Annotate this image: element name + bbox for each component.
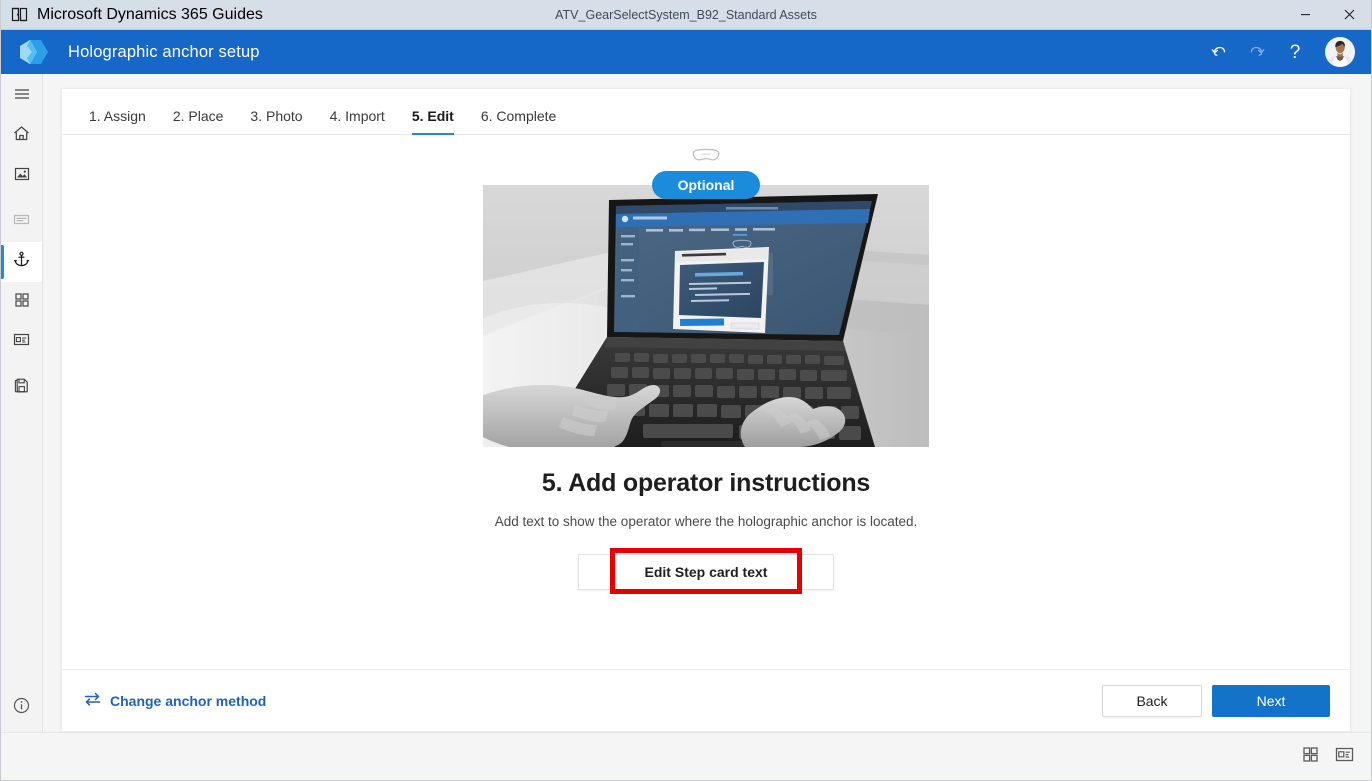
header-actions: ?: [1201, 34, 1357, 70]
edit-step-card-text-wrapper: Edit Step card text: [578, 548, 834, 594]
wizard-stage: Optional 5. Add operator instructions Ad…: [62, 135, 1350, 669]
sidebar-item-info[interactable]: [1, 684, 42, 732]
instruction-illustration: [483, 185, 929, 447]
close-button[interactable]: [1327, 0, 1371, 30]
text-card-icon: [12, 210, 31, 234]
avatar[interactable]: [1325, 37, 1355, 67]
app-name-label: Microsoft Dynamics 365 Guides: [37, 5, 263, 23]
stage-description: Add text to show the operator where the …: [494, 514, 918, 529]
grid-view-icon: [1301, 745, 1320, 769]
save-icon: [12, 376, 31, 400]
canvas: 1. Assign 2. Place 3. Photo 4. Import 5.…: [43, 74, 1371, 732]
tab-place[interactable]: 2. Place: [164, 108, 233, 134]
next-button[interactable]: Next: [1212, 684, 1330, 717]
sidebar: [1, 74, 43, 732]
card-layout-icon: [12, 330, 31, 354]
wizard-footer: Change anchor method Back Next: [62, 669, 1350, 731]
window-controls: [1283, 0, 1371, 30]
wizard-card: 1. Assign 2. Place 3. Photo 4. Import 5.…: [61, 88, 1351, 732]
hamburger-icon: [13, 85, 31, 108]
stage-title: 5. Add operator instructions: [541, 469, 871, 497]
title-bar-left: Microsoft Dynamics 365 Guides: [1, 6, 263, 24]
sidebar-item-home[interactable]: [1, 116, 42, 156]
question-mark-icon: ?: [1289, 41, 1301, 63]
change-anchor-method-link[interactable]: Change anchor method: [84, 692, 266, 709]
hololens-headset-icon: [691, 147, 721, 168]
grid-view-toggle[interactable]: [1301, 745, 1320, 769]
tab-import[interactable]: 4. Import: [321, 108, 394, 134]
tab-assign[interactable]: 1. Assign: [80, 108, 155, 134]
anchor-icon: [12, 250, 31, 274]
sidebar-item-anchor[interactable]: [1, 242, 42, 282]
sidebar-item-layout[interactable]: [1, 322, 42, 362]
dynamics-365-guides-logo: [17, 37, 51, 67]
body: 1. Assign 2. Place 3. Photo 4. Import 5.…: [1, 74, 1371, 732]
optional-badge: Optional: [651, 171, 761, 199]
swap-arrows-icon: [84, 692, 101, 709]
back-button[interactable]: Back: [1102, 684, 1202, 717]
sidebar-item-save[interactable]: [1, 368, 42, 408]
undo-button[interactable]: [1201, 34, 1237, 70]
edit-step-card-text-button[interactable]: Edit Step card text: [578, 554, 834, 590]
minimize-button[interactable]: [1283, 0, 1327, 30]
wizard-steps-tabs: 1. Assign 2. Place 3. Photo 4. Import 5.…: [62, 89, 1350, 135]
home-icon: [12, 124, 31, 148]
app-header: Holographic anchor setup ?: [1, 30, 1371, 74]
sidebar-item-media[interactable]: [1, 156, 42, 196]
help-button[interactable]: ?: [1277, 34, 1313, 70]
sidebar-item-step-card[interactable]: [1, 202, 42, 242]
tab-complete[interactable]: 6. Complete: [472, 108, 565, 134]
dynamics-guides-icon: [11, 6, 28, 23]
sidebar-item-menu-toggle[interactable]: [1, 76, 42, 116]
image-icon: [13, 165, 31, 188]
sidebar-item-apps[interactable]: [1, 282, 42, 322]
title-bar: Microsoft Dynamics 365 Guides ATV_GearSe…: [1, 0, 1371, 30]
tab-edit[interactable]: 5. Edit: [403, 108, 463, 135]
tab-photo[interactable]: 3. Photo: [241, 108, 311, 134]
footer-buttons: Back Next: [1102, 684, 1330, 717]
view-toggles: [1301, 745, 1355, 769]
application-window: Microsoft Dynamics 365 Guides ATV_GearSe…: [0, 0, 1372, 781]
redo-button[interactable]: [1239, 34, 1275, 70]
change-anchor-method-label: Change anchor method: [110, 692, 267, 709]
info-circle-icon: [12, 696, 31, 720]
grid-icon: [13, 291, 31, 314]
status-bar: [1, 732, 1371, 780]
detail-view-toggle[interactable]: [1334, 745, 1355, 769]
page-title: Holographic anchor setup: [68, 42, 260, 61]
detail-view-icon: [1334, 745, 1355, 769]
